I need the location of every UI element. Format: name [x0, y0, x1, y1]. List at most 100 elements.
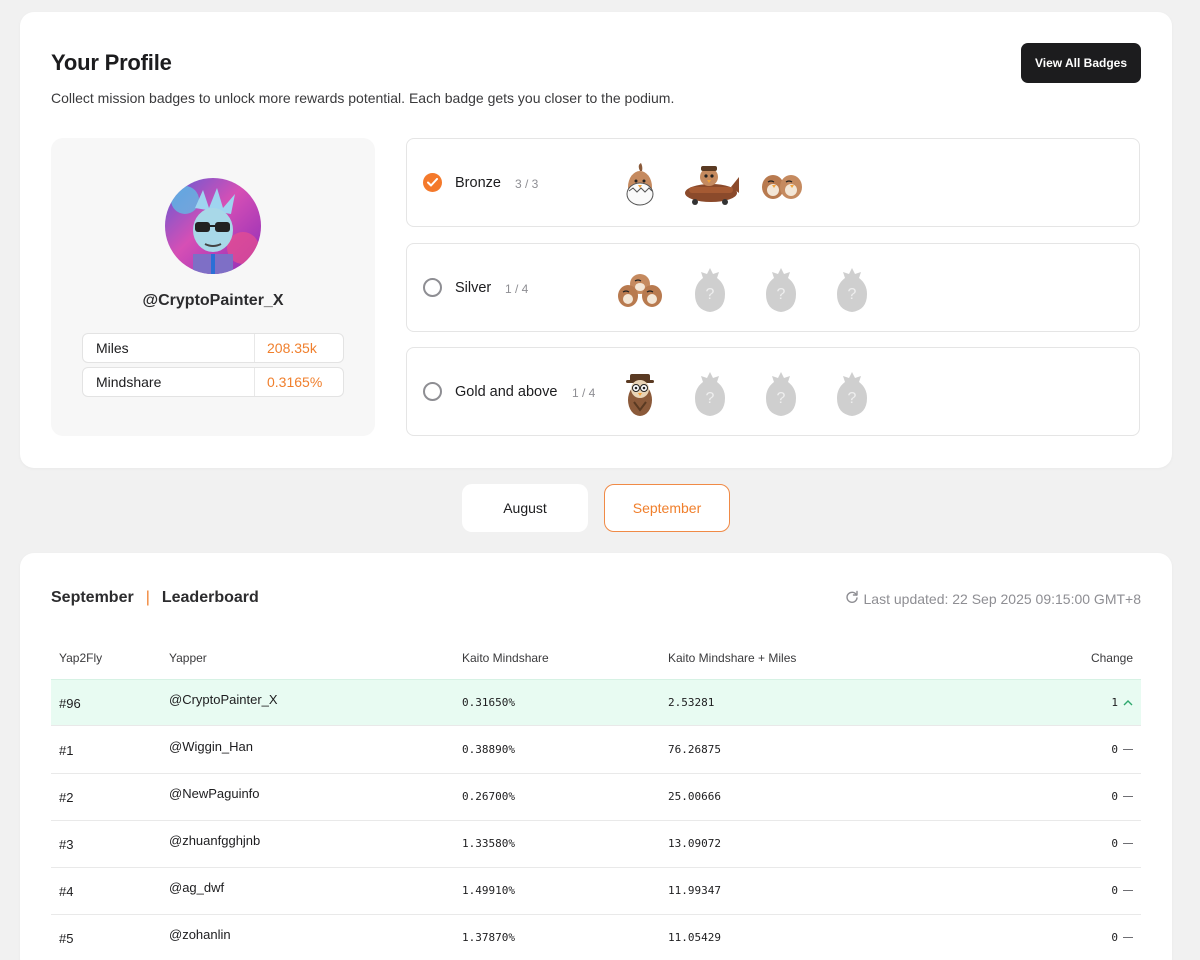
table-row[interactable]: #4 @ag_dwf 1.49910% 11.99347 0 — [51, 868, 1141, 915]
tier-name: Gold and above — [455, 384, 558, 400]
page-subtitle: Collect mission badges to unlock more re… — [51, 90, 675, 106]
dash-icon — [1123, 936, 1133, 939]
table-row[interactable]: #2 @NewPaguinfo 0.26700% 25.00666 0 — [51, 774, 1141, 821]
stat-label: Mindshare — [83, 368, 255, 396]
yapper-handle[interactable]: @CryptoPainter_X — [169, 692, 278, 707]
change-cell: 0 — [1111, 837, 1133, 850]
yapper-handle[interactable]: @ag_dwf — [169, 880, 224, 895]
change-value: 0 — [1111, 884, 1118, 897]
dash-icon — [1123, 842, 1133, 845]
change-value: 1 — [1111, 696, 1118, 709]
combined-value: 13.09072 — [668, 837, 721, 850]
locked-badge-icon: ? — [825, 366, 879, 420]
mindshare-value: 0.26700% — [462, 790, 515, 803]
combined-value: 76.26875 — [668, 743, 721, 756]
svg-text:?: ? — [777, 286, 786, 303]
locked-badge-icon: ? — [754, 262, 808, 316]
checkbox-checked-icon[interactable] — [423, 173, 442, 192]
chevron-up-icon — [1123, 696, 1133, 709]
locked-badge-icon: ? — [683, 366, 737, 420]
mindshare-value: 1.49910% — [462, 884, 515, 897]
stat-miles: Miles 208.35k — [82, 333, 344, 363]
rank: #1 — [59, 743, 74, 758]
radio-unchecked-icon[interactable] — [423, 382, 442, 401]
rank: #2 — [59, 790, 74, 805]
tier-silver[interactable]: Silver 1 / 4 ? ? ? — [406, 243, 1140, 332]
change-cell: 1 — [1111, 696, 1133, 709]
tier-bronze[interactable]: Bronze 3 / 3 — [406, 138, 1140, 227]
radio-unchecked-icon[interactable] — [423, 278, 442, 297]
change-value: 0 — [1111, 743, 1118, 756]
tab-august[interactable]: August — [462, 484, 588, 532]
bird-trio-badge-icon[interactable] — [613, 262, 667, 316]
user-summary: @CryptoPainter_X Miles 208.35k Mindshare… — [51, 138, 375, 436]
tab-september[interactable]: September — [604, 484, 730, 532]
yapper-handle[interactable]: @zhuanfgghjnb — [169, 833, 260, 848]
column-header[interactable]: Change — [1091, 651, 1133, 665]
locked-badge-icon: ? — [683, 262, 737, 316]
leaderboard-month: September — [51, 589, 134, 606]
column-header[interactable]: Kaito Mindshare — [462, 651, 549, 665]
column-header[interactable]: Kaito Mindshare + Miles — [668, 651, 796, 665]
leaderboard-label: Leaderboard — [161, 589, 259, 606]
locked-badge-icon: ? — [825, 262, 879, 316]
stat-value: 0.3165% — [267, 374, 323, 390]
last-updated-text: Last updated: 22 Sep 2025 09:15:00 GMT+8 — [863, 590, 1141, 607]
mindshare-value: 0.38890% — [462, 743, 515, 756]
rank: #96 — [59, 696, 81, 711]
rank: #4 — [59, 884, 74, 899]
detective-owl-badge-icon[interactable] — [613, 366, 667, 420]
svg-text:?: ? — [706, 286, 715, 303]
change-value: 0 — [1111, 837, 1118, 850]
egg-bird-badge-icon[interactable] — [613, 157, 667, 211]
title-separator: | — [145, 589, 150, 606]
change-value: 0 — [1111, 790, 1118, 803]
change-cell: 0 — [1111, 884, 1133, 897]
svg-text:?: ? — [706, 390, 715, 407]
change-cell: 0 — [1111, 790, 1133, 803]
table-row[interactable]: #3 @zhuanfgghjnb 1.33580% 13.09072 0 — [51, 821, 1141, 868]
mindshare-value: 0.31650% — [462, 696, 515, 709]
tier-count: 3 / 3 — [515, 177, 539, 191]
yapper-handle[interactable]: @Wiggin_Han — [169, 739, 253, 754]
refresh-icon[interactable] — [845, 590, 859, 607]
column-header[interactable]: Yap2Fly — [59, 651, 102, 665]
column-header[interactable]: Yapper — [169, 651, 207, 665]
svg-text:?: ? — [848, 286, 857, 303]
table-row-current-user[interactable]: #96 @CryptoPainter_X 0.31650% 2.53281 1 — [51, 679, 1141, 726]
yapper-handle[interactable]: @zohanlin — [169, 927, 231, 942]
mindshare-value: 1.33580% — [462, 837, 515, 850]
mindshare-value: 1.37870% — [462, 931, 515, 944]
combined-value: 11.05429 — [668, 931, 721, 944]
stat-mindshare: Mindshare 0.3165% — [82, 367, 344, 397]
tier-count: 1 / 4 — [572, 386, 596, 400]
stat-label: Miles — [83, 334, 255, 362]
change-cell: 0 — [1111, 743, 1133, 756]
profile-card: Your Profile Collect mission badges to u… — [20, 12, 1172, 468]
rank: #5 — [59, 931, 74, 946]
dash-icon — [1123, 748, 1133, 751]
leaderboard-title: September | Leaderboard — [51, 589, 259, 607]
tier-gold[interactable]: Gold and above 1 / 4 ? ? ? — [406, 347, 1140, 436]
combined-value: 25.00666 — [668, 790, 721, 803]
change-cell: 0 — [1111, 931, 1133, 944]
dash-icon — [1123, 795, 1133, 798]
svg-text:?: ? — [777, 390, 786, 407]
tier-name: Bronze — [455, 175, 501, 191]
table-row[interactable]: #5 @zohanlin 1.37870% 11.05429 0 — [51, 915, 1141, 960]
bird-duo-badge-icon[interactable] — [755, 157, 809, 211]
plane-pilot-badge-icon[interactable] — [681, 157, 741, 211]
page-title: Your Profile — [51, 50, 172, 75]
last-updated: Last updated: 22 Sep 2025 09:15:00 GMT+8 — [845, 590, 1141, 607]
tier-count: 1 / 4 — [505, 282, 529, 296]
stat-value: 208.35k — [267, 340, 317, 356]
locked-badge-icon: ? — [754, 366, 808, 420]
user-handle: @CryptoPainter_X — [142, 292, 284, 309]
leaderboard-card: September | Leaderboard Last updated: 22… — [20, 553, 1172, 960]
view-all-badges-button[interactable]: View All Badges — [1021, 43, 1141, 83]
table-row[interactable]: #1 @Wiggin_Han 0.38890% 76.26875 0 — [51, 727, 1141, 774]
rank: #3 — [59, 837, 74, 852]
yapper-handle[interactable]: @NewPaguinfo — [169, 786, 260, 801]
change-value: 0 — [1111, 931, 1118, 944]
dash-icon — [1123, 889, 1133, 892]
